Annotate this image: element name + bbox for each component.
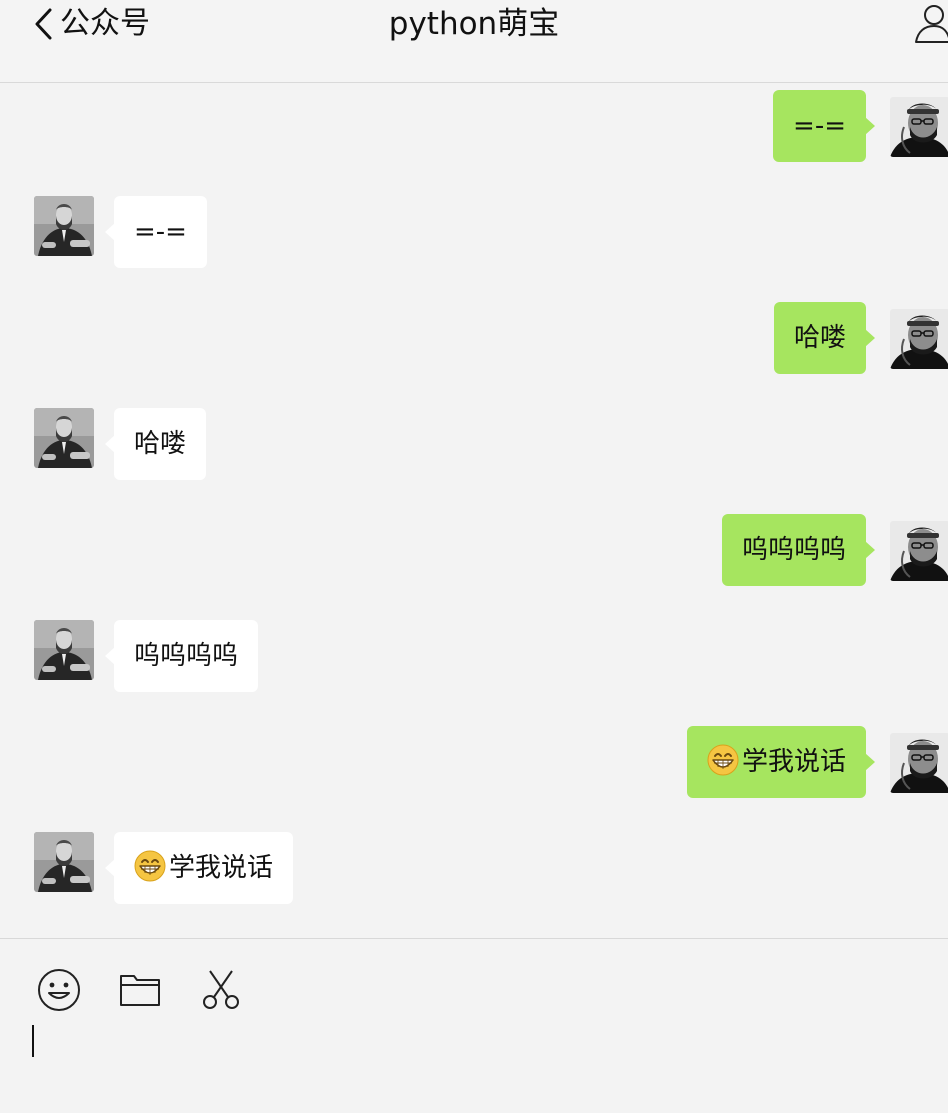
scissors-icon [198,967,244,1013]
my-avatar[interactable] [890,309,948,369]
message-received: 学我说话 [0,832,948,904]
message-text: 哈喽 [793,323,846,353]
contact-avatar[interactable] [34,408,94,468]
message-sent: =-= [0,90,948,162]
message-sent: 哈喽 [0,302,948,374]
screenshot-button[interactable] [198,967,244,1013]
smiley-icon [36,967,82,1013]
my-avatar[interactable] [890,97,948,157]
message-text: 呜呜呜呜 [741,535,846,565]
message-text: =-= [134,217,187,247]
grinning-face-icon [707,744,739,776]
message-sent: 学我说话 [0,726,948,798]
input-area [0,938,948,1113]
text-input-caret[interactable] [32,1025,34,1057]
profile-button[interactable] [912,2,948,44]
message-received: 哈喽 [0,408,948,480]
contact-avatar[interactable] [34,620,94,680]
chat-title: python萌宝 [388,6,560,42]
message-bubble-sent[interactable]: 学我说话 [686,726,876,798]
message-bubble-received[interactable]: 哈喽 [104,408,207,480]
message-bubble-received[interactable]: 呜呜呜呜 [104,620,259,692]
grinning-face-icon [134,850,166,882]
message-text: 学我说话 [169,853,274,883]
message-bubble-sent[interactable]: 哈喽 [773,302,876,374]
message-received: =-= [0,196,948,268]
message-bubble-sent[interactable]: 呜呜呜呜 [721,514,876,586]
user-profile-icon [912,5,948,48]
message-text: =-= [793,111,846,141]
message-sent: 呜呜呜呜 [0,514,948,586]
folder-icon [117,967,163,1013]
message-received: 呜呜呜呜 [0,620,948,692]
contact-avatar[interactable] [34,832,94,892]
chat-header: 公众号 python萌宝 [0,0,948,83]
message-bubble-received[interactable]: =-= [105,196,207,268]
my-avatar[interactable] [890,521,948,581]
message-text: 呜呜呜呜 [134,641,239,671]
contact-avatar[interactable] [34,196,94,256]
message-list[interactable]: =-= =-= 哈喽 哈喽 呜呜呜呜 呜呜呜呜 学我说话 学我说话 [0,83,948,938]
emoji-button[interactable] [36,967,82,1013]
message-text: 学我说话 [741,747,846,777]
message-text: 哈喽 [134,429,187,459]
send-file-button[interactable] [117,967,163,1013]
my-avatar[interactable] [890,733,948,793]
message-bubble-received[interactable]: 学我说话 [104,832,294,904]
message-bubble-sent[interactable]: =-= [773,90,875,162]
